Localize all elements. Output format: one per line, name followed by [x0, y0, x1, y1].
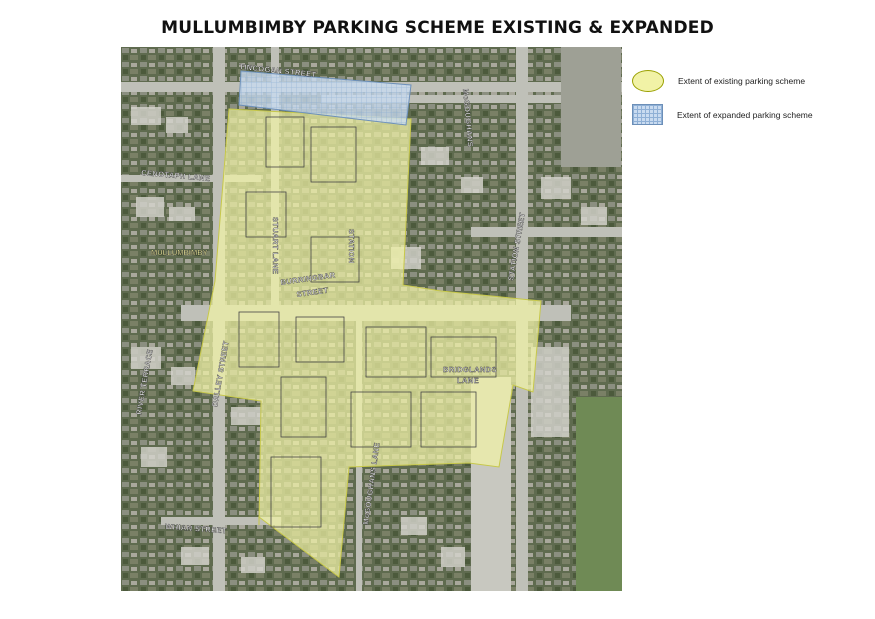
map-title: MULLUMBIMBY PARKING SCHEME EXISTING & EX… — [161, 18, 714, 38]
legend-existing-label: Extent of existing parking scheme — [678, 76, 806, 86]
label-bridglands-lane-2: LANE — [457, 376, 479, 385]
label-mullumbimby: MULLUMBIMBY — [151, 248, 208, 257]
legend-existing-swatch — [632, 70, 664, 92]
legend-existing: Extent of existing parking scheme — [632, 70, 805, 92]
label-stuart-lane: STUART LANE — [271, 217, 280, 274]
label-station-lane: STATION — [347, 229, 356, 264]
legend-expanded-swatch — [632, 104, 663, 125]
label-bridglands-lane-1: BRIDGLANDS — [443, 365, 497, 374]
legend-expanded-label: Extent of expanded parking scheme — [677, 109, 813, 120]
aerial-map: TINCOGAN STREET McGOUGHANS CENOTAPH LANE… — [121, 47, 622, 591]
legend-expanded: Extent of expanded parking scheme — [632, 104, 813, 125]
